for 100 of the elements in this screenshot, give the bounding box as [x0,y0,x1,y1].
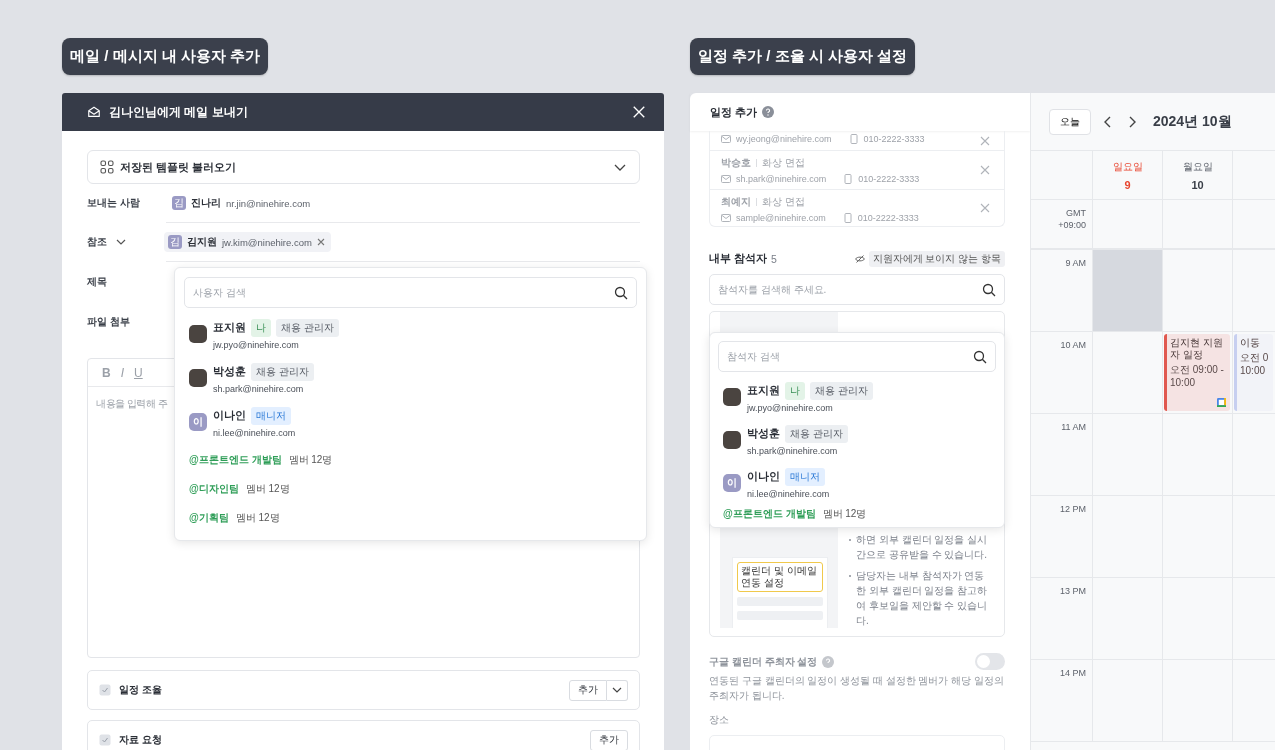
time-label: 10 AM [1059,340,1086,352]
timezone-label: GMT +09:00 [1057,208,1086,232]
weekday-label: 월요일 [1182,159,1213,174]
info-text: 하면 외부 캘린더 일정을 실시간으로 공유받을 수 있습니다. [848,532,994,562]
user-name: 표지원 [747,383,780,398]
close-icon[interactable] [632,105,646,119]
recipient-chip[interactable]: 김 김지원 jw.kim@ninehire.com [164,232,331,252]
role-tag: 채용 관리자 [276,318,339,337]
user-email: jw.pyo@ninehire.com [747,402,834,413]
section-caption: 메일 / 메시지 내 사용자 추가 [62,38,268,75]
team-option[interactable]: @기획팀 멤버 12명 [189,509,637,527]
user-email: ni.lee@ninehire.com [213,427,296,438]
menu-caret-button[interactable] [607,679,628,701]
role-tag: 채용 관리자 [251,362,314,381]
event-time: 오전 0 10:00 [1240,351,1270,377]
calendar-cell[interactable] [1163,250,1233,332]
phone-icon [848,134,859,144]
month-title: 2024년 10월 [1153,112,1232,131]
field-label: 장소 [709,713,730,727]
weekday-label: 일요일 [1112,159,1143,174]
section-caption: 일정 추가 / 조율 시 사용자 설정 [690,38,916,75]
team-option[interactable]: @디자인팀 멤버 12명 [189,480,637,498]
event-time: 오전 09:00 - 10:00 [1170,363,1225,389]
today-button[interactable]: 오늘 [1049,108,1091,135]
remove-icon[interactable] [980,203,990,213]
user-avatar [723,388,741,406]
role-tag: 나 [251,318,271,337]
user-email: sh.park@ninehire.com [747,445,839,456]
section-title: 일정 조율 [119,683,163,697]
caret-icon [612,685,622,695]
template-select[interactable]: 저장된 템플릿 불러오기 [87,150,640,184]
field-label: 참조 [87,235,107,249]
user-option[interactable]: 표지원 나 채용 관리자 jw.pyo@ninehire.com [189,316,637,352]
time-label: 9 AM [1064,258,1086,270]
phone-icon [842,213,853,223]
calendar-app-icon [1217,398,1226,407]
toggle-switch[interactable] [975,653,1005,670]
chevron-down-icon[interactable] [116,237,126,247]
hidden-tag: 지원자에게 보이지 않는 항목 [868,251,1005,267]
calendar-check-icon [99,684,111,696]
user-email: sh.park@ninehire.com [213,383,305,394]
candidate-phone: 010-2222-3333 [863,134,925,144]
role-tag: 나 [785,381,805,400]
field-label: 제목 [87,275,108,289]
add-button[interactable]: 추가 [590,729,628,750]
sender-name: 진나리 [191,196,221,210]
sender-email: nr.jin@ninehire.com [226,197,311,209]
calendar-cell[interactable] [1093,332,1163,414]
envelope-icon [87,105,101,119]
time-label: 14 PM [1059,668,1086,680]
envelope-icon [721,174,731,184]
user-avatar [189,325,207,343]
time-label: 12 PM [1059,504,1086,516]
phone-icon [843,174,854,184]
user-option[interactable]: 이 이나인 매니저 ni.lee@ninehire.com [723,465,996,501]
candidate-name: 박승호 [721,156,751,170]
user-name: 이나인 [747,469,780,484]
remove-icon[interactable] [980,135,990,146]
user-name: 박성훈 [747,426,780,441]
team-option[interactable]: @프론트엔드 개발팀 멤버 12명 [723,505,996,523]
grid-icon [100,160,114,174]
candidate-phone: 010-2222-3333 [857,213,919,223]
time-label: 13 PM [1059,586,1086,598]
attendee-count: 5 [770,253,778,265]
user-name: 표지원 [213,320,246,335]
envelope-icon [721,213,731,223]
illustration-label: 캘린더 및 이메일 연동 설정 [737,562,823,592]
help-icon[interactable] [822,655,835,668]
section-title: 내부 참석자 [709,252,767,266]
user-option[interactable]: 박성훈 채용 관리자 sh.park@ninehire.com [723,422,996,458]
user-option[interactable]: 박성훈 채용 관리자 sh.park@ninehire.com [189,360,637,396]
date-number: 9 [1124,178,1131,191]
candidate-email: wy.jeong@ninehire.com [736,134,832,144]
role-tag: 채용 관리자 [810,381,873,400]
user-initial-avatar: 김 [168,235,182,249]
eye-off-icon [854,254,865,264]
role-tag: 채용 관리자 [785,424,848,443]
search-icon [973,349,987,364]
field-label: 보내는 사람 [87,196,141,210]
panel-title: 일정 추가 [710,104,758,120]
user-option[interactable]: 표지원 나 채용 관리자 jw.pyo@ninehire.com [723,379,996,415]
remove-icon[interactable] [316,238,325,246]
role-tag: 매니저 [785,467,825,486]
add-button[interactable]: 추가 [569,679,607,701]
user-initial-avatar: 이 [723,474,741,492]
date-number: 10 [1191,178,1204,191]
help-icon[interactable] [762,106,775,118]
envelope-icon [721,134,731,144]
calendar-check-icon [99,734,111,746]
candidate-email: sample@ninehire.com [736,213,826,223]
modal-title: 김나인님에게 메일 보내기 [109,103,249,121]
user-option[interactable]: 이 이나인 매니저 ni.lee@ninehire.com [189,404,637,440]
calendar-cell[interactable] [1093,250,1163,332]
remove-icon[interactable] [980,165,990,175]
interview-type: 화상 면접 [762,156,805,170]
team-option[interactable]: @프론트엔드 개발팀 멤버 12명 [189,451,637,469]
setting-label: 구글 캘린더 주최자 설정 [709,654,818,669]
search-icon [614,285,628,300]
user-avatar [723,431,741,449]
field-label: 파일 첨부 [87,315,131,329]
